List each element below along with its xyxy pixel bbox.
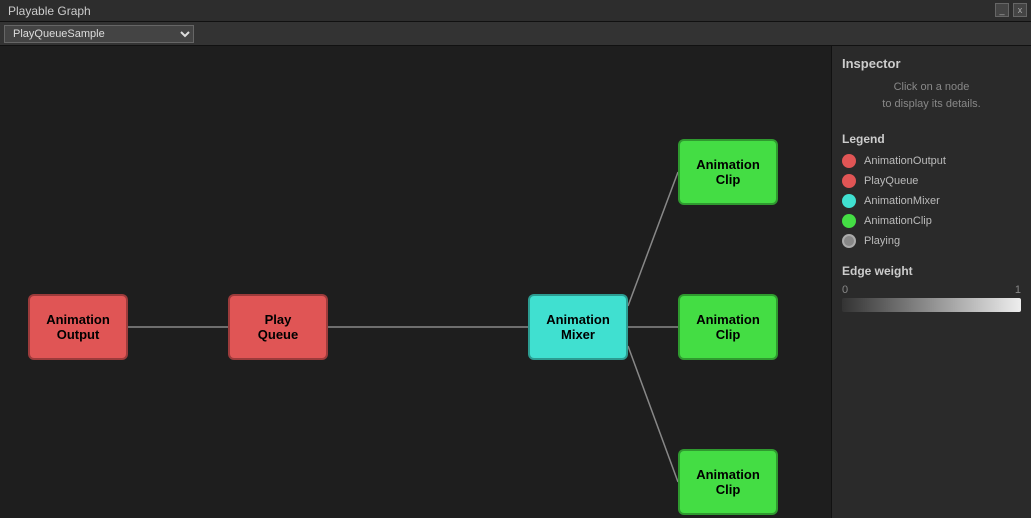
inspector-title: Inspector [842,56,1021,71]
toolbar: PlayQueueSample [0,22,1031,46]
legend-label-playqueue: PlayQueue [864,175,918,187]
legend-dot-animclip [842,214,856,228]
legend-label-playing: Playing [864,235,900,247]
edge-weight-max: 1 [1015,284,1021,296]
legend-item-animoutput: AnimationOutput [842,154,1021,168]
legend-item-playqueue: PlayQueue [842,174,1021,188]
legend-dot-animoutput [842,154,856,168]
legend-label-animixer: AnimationMixer [864,195,940,207]
node-animation-clip-mid[interactable]: Animation Clip [678,294,778,360]
edge-weight-bar [842,298,1021,312]
legend-section: Legend AnimationOutput PlayQueue Animati… [842,132,1021,248]
legend-dot-playing [842,234,856,248]
legend-label-animclip: AnimationClip [864,215,932,227]
main-area: Animation Output Play Queue Animation Mi… [0,46,1031,518]
graph-selector[interactable]: PlayQueueSample [4,25,194,43]
app-title: Playable Graph [8,4,91,18]
edge-weight-min: 0 [842,284,848,296]
window-controls: _ x [995,3,1027,17]
graph-area[interactable]: Animation Output Play Queue Animation Mi… [0,46,831,518]
edge-weight-title: Edge weight [842,264,1021,278]
edge-weight-section: Edge weight 0 1 [842,264,1021,312]
legend-item-playing: Playing [842,234,1021,248]
legend-item-animixer: AnimationMixer [842,194,1021,208]
node-animation-clip-bot[interactable]: Animation Clip [678,449,778,515]
inspector-hint: Click on a node to display its details. [842,79,1021,112]
legend-label-animoutput: AnimationOutput [864,155,946,167]
close-button[interactable]: x [1013,3,1027,17]
node-animation-mixer[interactable]: Animation Mixer [528,294,628,360]
graph-edges-svg [0,46,831,518]
node-animation-output[interactable]: Animation Output [28,294,128,360]
legend-dot-playqueue [842,174,856,188]
minimize-button[interactable]: _ [995,3,1009,17]
legend-dot-animixer [842,194,856,208]
edge-weight-labels: 0 1 [842,284,1021,296]
node-play-queue[interactable]: Play Queue [228,294,328,360]
node-animation-clip-top[interactable]: Animation Clip [678,139,778,205]
title-bar: Playable Graph _ x [0,0,1031,22]
legend-title: Legend [842,132,1021,146]
legend-item-animclip: AnimationClip [842,214,1021,228]
inspector-panel: Inspector Click on a node to display its… [831,46,1031,518]
